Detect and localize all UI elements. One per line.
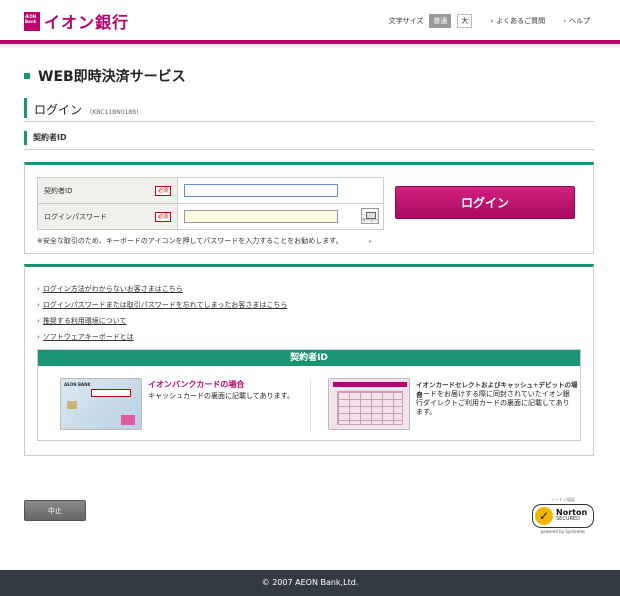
- contractor-id-input[interactable]: [184, 184, 338, 197]
- aeon-bank-card-title: イオンバンクカードの場合: [148, 380, 245, 389]
- title-square-icon: [24, 73, 30, 79]
- list-item: ソフトウェアキーボードとは: [37, 329, 287, 345]
- direct-usage-card-image: [328, 378, 410, 430]
- norton-words: Norton SECURED: [556, 509, 587, 523]
- aeon-select-card-desc: カードをお届けする際に同封されていたイオン銀行ダイレクトご利用カードの裏面に記載…: [416, 390, 570, 416]
- login-button[interactable]: ログイン: [395, 186, 575, 219]
- required-badge: 必須: [154, 186, 171, 196]
- norton-powered-by: powered by Symantec: [540, 529, 586, 534]
- norton-seal: ✓ Norton SECURED: [532, 504, 594, 528]
- aeon-bank-card-image: AEON BANK: [60, 378, 142, 430]
- norton-secured-seal[interactable]: ノートン認証 ✓ Norton SECURED powered by Syman…: [532, 497, 594, 537]
- password-label-cell: ログインパスワード 必須: [37, 203, 178, 230]
- card-grid: [337, 391, 403, 425]
- forgot-password-link[interactable]: ログインパスワードまたは取引パスワードを忘れてしまったお客さまはこちら: [43, 301, 288, 309]
- card-chip-icon: [67, 401, 77, 409]
- footer: © 2007 AEON Bank,Ltd.: [0, 570, 620, 596]
- contractor-id-guide: 契約者ID AEON BANK イオンバンクカードの場合 キャッシュカードの裏面…: [37, 349, 581, 441]
- card-header-band: [333, 382, 407, 387]
- norton-checked-label: ノートン認証: [551, 497, 575, 502]
- software-keyboard-link[interactable]: ソフトウェアキーボードとは: [43, 333, 134, 341]
- security-note: ※安全な取引のため、キーボードのアイコンを押してパスワードを入力することをお勧め…: [37, 237, 343, 245]
- divider: [310, 380, 311, 432]
- help-links: ログイン方法がわからないお客さまはこちら ログインパスワードまたは取引パスワード…: [37, 281, 288, 345]
- aeon-logo-mark: ÆON Bank: [24, 11, 40, 31]
- text-size-normal-button[interactable]: 普通: [429, 14, 452, 28]
- password-row: ログインパスワード 必須 キーボード: [37, 203, 384, 244]
- norton-secured: SECURED: [556, 516, 580, 522]
- help-link[interactable]: ヘルプ: [563, 16, 590, 26]
- login-password-input[interactable]: [184, 210, 338, 223]
- id-row: 契約者ID 必須: [37, 177, 384, 204]
- header-nav: 文字サイズ 普通 大 よくあるご質問 ヘルプ: [389, 14, 590, 28]
- header-shadow: [0, 44, 620, 47]
- id-label: 契約者ID: [44, 186, 73, 195]
- text-size-label: 文字サイズ: [388, 17, 424, 25]
- recommended-environment-link[interactable]: 推奨する利用環境について: [43, 317, 127, 325]
- card-bank-name: AEON BANK: [64, 382, 91, 387]
- password-label: ログインパスワード: [44, 212, 107, 221]
- faq-link[interactable]: よくあるご質問: [490, 16, 545, 26]
- id-guide-title: 契約者ID: [38, 350, 580, 366]
- copyright: © 2007 AEON Bank,Ltd.: [261, 578, 359, 587]
- logo-text: イオン銀行: [44, 13, 130, 32]
- required-badge: 必須: [154, 212, 171, 222]
- page-title-text: WEB即時決済サービス: [38, 69, 186, 85]
- card-logo-icon: [121, 415, 135, 425]
- login-heading: ログイン (KBC11BN018B): [24, 98, 139, 118]
- id-input-cell: [177, 177, 384, 204]
- password-input-cell: キーボード: [177, 203, 384, 244]
- page-title: WEB即時決済サービス: [24, 66, 186, 86]
- info-panel: ログイン方法がわからないお客さまはこちら ログインパスワードまたは取引パスワード…: [24, 264, 594, 456]
- software-keyboard-icon[interactable]: キーボード: [361, 208, 379, 244]
- login-heading-text: ログイン: [34, 103, 83, 117]
- id-label-cell: 契約者ID 必須: [37, 177, 178, 204]
- checkmark-icon: ✓: [535, 507, 553, 525]
- section-title: 契約者ID: [24, 131, 67, 145]
- norton-name: Norton: [556, 508, 588, 517]
- aeon-bank-card-desc: キャッシュカードの裏面に記載してあります。: [148, 392, 294, 400]
- list-item: 推奨する利用環境について: [37, 313, 287, 329]
- divider: [24, 149, 594, 150]
- divider: [24, 121, 594, 122]
- card-id-highlight: [91, 389, 131, 397]
- header: ÆON Bank イオン銀行 文字サイズ 普通 大 よくあるご質問 ヘルプ: [0, 0, 620, 40]
- list-item: ログインパスワードまたは取引パスワードを忘れてしまったお客さまはこちら: [37, 297, 288, 313]
- text-size-large-button[interactable]: 大: [457, 14, 473, 28]
- login-method-help-link[interactable]: ログイン方法がわからないお客さまはこちら: [43, 285, 183, 293]
- cancel-button[interactable]: 中止: [24, 500, 86, 521]
- screen-code: (KBC11BN018B): [90, 109, 139, 116]
- login-panel: 契約者ID 必須 ログインパスワード 必須 キーボード ログイン ※安全な取引の…: [24, 162, 594, 254]
- aeon-bank-logo[interactable]: ÆON Bank イオン銀行: [24, 9, 129, 33]
- login-form: 契約者ID 必須 ログインパスワード 必須 キーボード: [37, 177, 384, 244]
- list-item: ログイン方法がわからないお客さまはこちら: [37, 281, 287, 297]
